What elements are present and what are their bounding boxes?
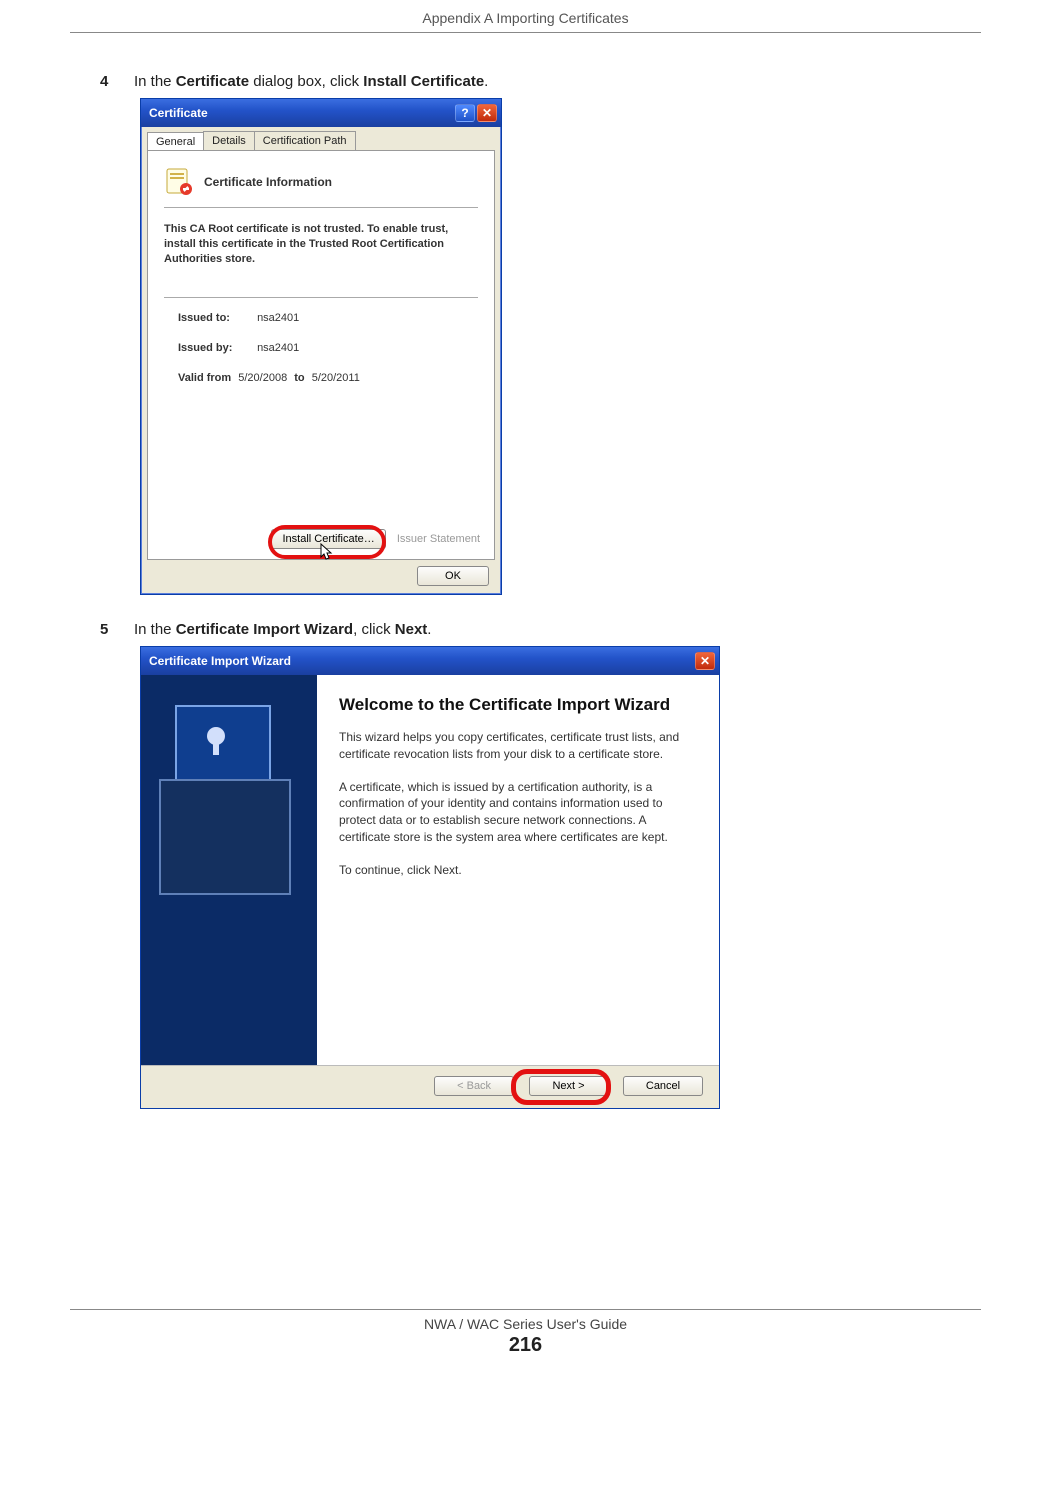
separator <box>164 207 478 208</box>
certificate-tabs: General Details Certification Path <box>147 131 495 150</box>
step-5: 5 In the Certificate Import Wizard, clic… <box>100 621 981 638</box>
issued-by-label: Issued by: <box>178 342 254 354</box>
step-5-post: . <box>427 621 431 638</box>
wizard-banner-graphic <box>141 675 317 1065</box>
step-4-bold1: Certificate <box>176 73 249 90</box>
step-5-bold1: Certificate Import Wizard <box>176 621 353 638</box>
ok-button[interactable]: OK <box>417 566 489 586</box>
step-4: 4 In the Certificate dialog box, click I… <box>100 73 981 90</box>
certificate-titlebar[interactable]: Certificate ? ✕ <box>141 99 501 127</box>
wizard-button-bar: < Back Next > Cancel <box>141 1065 719 1108</box>
step-4-post: . <box>484 73 488 90</box>
separator <box>164 297 478 298</box>
page-footer: NWA / WAC Series User's Guide 216 <box>70 1309 981 1357</box>
certificate-info-heading: Certificate Information <box>204 175 332 189</box>
wizard-body: Welcome to the Certificate Import Wizard… <box>141 675 719 1065</box>
screenshot-certificate-dialog: Certificate ? ✕ General Details Certific… <box>140 98 981 595</box>
step-4-bold2: Install Certificate <box>363 73 484 90</box>
screenshot-wizard-dialog: Certificate Import Wizard ✕ Welcome to t… <box>140 646 981 1109</box>
issued-by-row: Issued by: nsa2401 <box>178 342 478 354</box>
valid-from-row: Valid from 5/20/2008 to 5/20/2011 <box>178 372 478 384</box>
valid-from-value: 5/20/2008 <box>238 372 287 384</box>
tab-general[interactable]: General <box>147 132 204 151</box>
install-certificate-button[interactable]: Install Certificate… <box>271 529 385 549</box>
footer-guide-title: NWA / WAC Series User's Guide <box>70 1316 981 1332</box>
issued-to-row: Issued to: nsa2401 <box>178 312 478 324</box>
certificate-icon <box>164 167 194 197</box>
wizard-title: Certificate Import Wizard <box>149 654 693 668</box>
wizard-paragraph-2: A certificate, which is issued by a cert… <box>339 779 693 846</box>
tab-general-pane: Certificate Information This CA Root cer… <box>147 150 495 560</box>
step-5-bold2: Next <box>395 621 428 638</box>
page-number: 216 <box>70 1334 981 1357</box>
valid-to-label: to <box>294 372 304 384</box>
step-4-number: 4 <box>100 73 114 90</box>
tab-details[interactable]: Details <box>203 131 255 150</box>
wizard-content: Welcome to the Certificate Import Wizard… <box>317 675 719 1065</box>
issuer-statement-label: Issuer Statement <box>397 533 480 545</box>
wizard-window: Certificate Import Wizard ✕ Welcome to t… <box>140 646 720 1109</box>
certificate-title: Certificate <box>149 106 453 120</box>
step-4-mid: dialog box, click <box>249 73 363 90</box>
step-5-text: In the Certificate Import Wizard, click … <box>134 621 431 638</box>
wizard-titlebar[interactable]: Certificate Import Wizard ✕ <box>141 647 719 675</box>
valid-from-label: Valid from <box>178 372 231 384</box>
wizard-paragraph-3: To continue, click Next. <box>339 862 693 879</box>
issued-by-value: nsa2401 <box>257 342 299 354</box>
issued-to-value: nsa2401 <box>257 312 299 324</box>
step-5-mid: , click <box>353 621 395 638</box>
wizard-heading: Welcome to the Certificate Import Wizard <box>339 695 693 715</box>
certificate-warning-text: This CA Root certificate is not trusted.… <box>164 222 478 267</box>
back-button: < Back <box>434 1076 514 1096</box>
help-button[interactable]: ? <box>455 104 475 122</box>
valid-to-value: 5/20/2011 <box>312 372 360 384</box>
step-4-text: In the Certificate dialog box, click Ins… <box>134 73 488 90</box>
step-5-number: 5 <box>100 621 114 638</box>
step-5-pre: In the <box>134 621 176 638</box>
wizard-paragraph-1: This wizard helps you copy certificates,… <box>339 729 693 763</box>
certificate-window: Certificate ? ✕ General Details Certific… <box>140 98 502 595</box>
page-header: Appendix A Importing Certificates <box>70 10 981 33</box>
wizard-close-button[interactable]: ✕ <box>695 652 715 670</box>
issued-to-label: Issued to: <box>178 312 254 324</box>
cancel-button[interactable]: Cancel <box>623 1076 703 1096</box>
step-4-pre: In the <box>134 73 176 90</box>
tab-certification-path[interactable]: Certification Path <box>254 131 356 150</box>
next-button[interactable]: Next > <box>529 1076 609 1096</box>
close-button[interactable]: ✕ <box>477 104 497 122</box>
